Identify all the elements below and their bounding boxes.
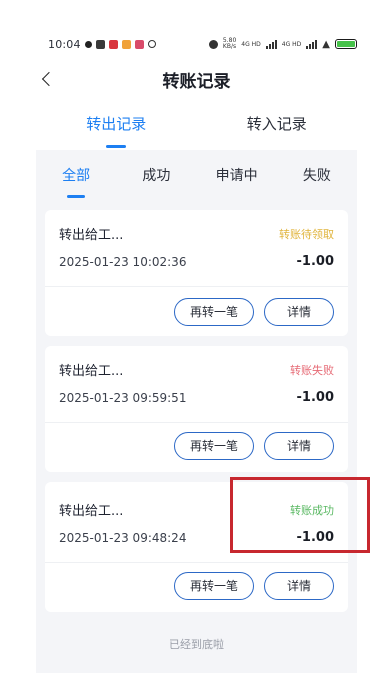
alarm-icon: [208, 39, 218, 49]
record-card[interactable]: 转出给工... 转账失败 2025-01-23 09:59:51 -1.00 再…: [45, 346, 348, 472]
record-amount: -1.00: [296, 390, 334, 405]
signal-1-label: 4G HD: [241, 40, 261, 48]
record-card[interactable]: 转出给工... 转账待领取 2025-01-23 10:02:36 -1.00 …: [45, 210, 348, 336]
direction-tabs: 转出记录 转入记录: [36, 108, 357, 148]
sync-icon: [147, 40, 156, 48]
record-amount: -1.00: [296, 254, 334, 269]
filter-all[interactable]: 全部: [36, 154, 116, 198]
transfer-again-button[interactable]: 再转一笔: [173, 298, 254, 326]
signal-2-icon: [306, 39, 318, 49]
record-list-area: 全部 成功 申请中 失败 转出给工... 转账待领取 2025-01-23 10…: [36, 150, 357, 673]
message-icon: [95, 39, 105, 49]
record-status: 转账待领取: [279, 227, 334, 241]
nav-bar: 转账记录: [36, 64, 357, 100]
filter-success[interactable]: 成功: [116, 154, 196, 198]
divider: [45, 562, 348, 563]
record-datetime: 2025-01-23 09:59:51: [59, 390, 187, 405]
record-actions: 再转一笔 详情: [173, 432, 334, 460]
record-status: 转账失败: [290, 363, 334, 377]
transfer-again-button[interactable]: 再转一笔: [173, 432, 254, 460]
divider: [45, 422, 348, 423]
filter-failed[interactable]: 失败: [277, 154, 357, 198]
divider: [45, 286, 348, 287]
battery-icon: [335, 39, 357, 49]
notification-icon: [134, 39, 144, 49]
mail-icon: [108, 39, 118, 49]
net-speed: 5.80 KB/s: [223, 38, 236, 50]
record-header: 转出给工... 转账失败: [59, 360, 334, 380]
record-recipient: 转出给工...: [59, 228, 124, 243]
record-datetime: 2025-01-23 09:48:24: [59, 530, 187, 545]
net-speed-unit: KB/s: [222, 43, 237, 50]
record-recipient: 转出给工...: [59, 364, 124, 379]
record-meta: 2025-01-23 09:59:51 -1.00: [59, 390, 334, 405]
highlight-box: [230, 477, 370, 553]
tab-outgoing[interactable]: 转出记录: [36, 108, 197, 148]
status-right: 5.80 KB/s 4G HD 4G HD ▲: [208, 38, 357, 50]
wifi-icon: ▲: [322, 38, 330, 50]
end-of-list-text: 已经到底啦: [169, 638, 224, 651]
transfer-again-button[interactable]: 再转一笔: [173, 572, 254, 600]
record-header: 转出给工... 转账待领取: [59, 224, 334, 244]
detail-button[interactable]: 详情: [263, 432, 334, 460]
chat-icon: [84, 40, 92, 48]
record-meta: 2025-01-23 10:02:36 -1.00: [59, 254, 334, 269]
record-datetime: 2025-01-23 10:02:36: [59, 254, 187, 269]
record-actions: 再转一笔 详情: [173, 572, 334, 600]
status-filter-tabs: 全部 成功 申请中 失败: [36, 150, 357, 202]
detail-button[interactable]: 详情: [263, 298, 334, 326]
signal-1-icon: [265, 39, 277, 49]
record-recipient: 转出给工...: [59, 504, 124, 519]
status-bar: 10:04 5.80 KB/s 4G HD 4G HD ▲: [48, 36, 357, 52]
filter-pending[interactable]: 申请中: [197, 154, 277, 198]
signal-2-label: 4G HD: [281, 40, 302, 48]
status-left: 10:04: [48, 38, 156, 51]
record-actions: 再转一笔 详情: [173, 298, 334, 326]
app-icon: [121, 39, 131, 49]
detail-button[interactable]: 详情: [263, 572, 334, 600]
status-time: 10:04: [48, 37, 81, 51]
page-title: 转账记录: [162, 72, 231, 92]
tab-incoming[interactable]: 转入记录: [197, 108, 358, 148]
